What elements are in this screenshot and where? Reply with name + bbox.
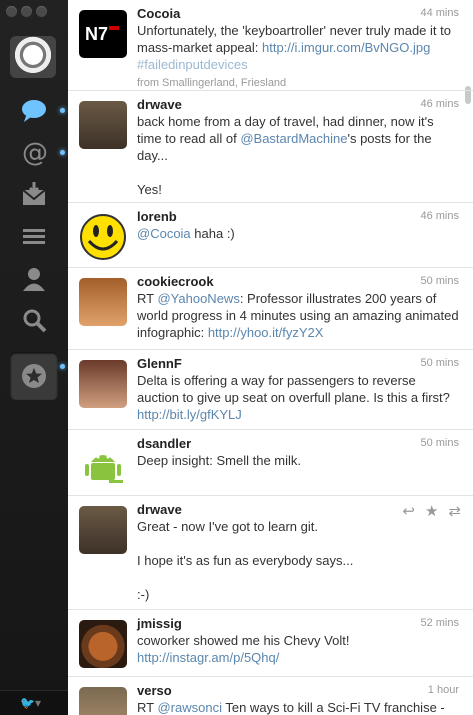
tweet[interactable]: verso 1 hour RT @rawsonci Ten ways to ki… (68, 677, 473, 715)
account-avatar[interactable] (10, 36, 56, 78)
tweet-username[interactable]: drwave (137, 97, 182, 112)
tweet[interactable]: cookiecrook 50 mins RT @YahooNews: Profe… (68, 268, 473, 350)
tweet-username[interactable]: lorenb (137, 209, 177, 224)
tweet-location: from Smallingerland, Friesland (137, 77, 287, 89)
tweet-username[interactable]: cookiecrook (137, 274, 214, 289)
zoom-window-button[interactable] (36, 6, 47, 17)
tweet-username[interactable]: dsandler (137, 436, 191, 451)
tweet-text: RT @rawsonci Ten ways to kill a Sci-Fi T… (137, 700, 445, 715)
tweet-text: @Cocoia haha :) (137, 226, 235, 241)
hashtag[interactable]: #failedinputdevices (137, 56, 461, 73)
tweet[interactable]: drwave 46 mins back home from a day of t… (68, 91, 473, 203)
tweet-link[interactable]: http://yhoo.it/fyzY2X (208, 325, 324, 340)
avatar[interactable] (79, 687, 127, 715)
tweet-time: 50 mins (420, 275, 459, 287)
profile-icon[interactable] (0, 258, 68, 298)
tweet-text: Delta is offering a way for passengers t… (137, 373, 450, 422)
tweet[interactable]: GlennF 50 mins Delta is offering a way f… (68, 350, 473, 430)
window-controls (6, 6, 47, 17)
minimize-window-button[interactable] (21, 6, 32, 17)
tweet-time: 50 mins (420, 357, 459, 369)
avatar[interactable] (79, 620, 127, 668)
search-icon[interactable] (0, 300, 68, 340)
mention-link[interactable]: @Cocoia (137, 226, 191, 241)
tweet-username[interactable]: Cocoia (137, 6, 180, 21)
tweet[interactable]: jmissig 52 mins coworker showed me his C… (68, 610, 473, 677)
tweet-username[interactable]: GlennF (137, 356, 182, 371)
tweet-time: 46 mins (420, 98, 459, 110)
tweet[interactable]: N7 Cocoia 44 mins Unfortunately, the 'ke… (68, 0, 473, 91)
tweet-link[interactable]: http://bit.ly/gfKYLJ (137, 407, 242, 422)
tweet-time: 46 mins (420, 210, 459, 222)
tweet-username[interactable]: jmissig (137, 616, 182, 631)
timeline-icon[interactable] (0, 90, 68, 130)
account-switcher-bar[interactable]: 🐦▾ (0, 690, 68, 715)
messages-icon[interactable] (0, 174, 68, 214)
favorites-icon[interactable] (0, 356, 68, 396)
tweet-link[interactable]: http://instagr.am/p/5Qhq/ (137, 650, 279, 665)
avatar[interactable] (79, 101, 127, 149)
sidebar: @ 🐦▾ (0, 0, 69, 715)
avatar[interactable] (79, 506, 127, 554)
tweet-text: coworker showed me his Chevy Volt! http:… (137, 633, 350, 665)
tweet[interactable]: lorenb 46 mins @Cocoia haha :) (68, 203, 473, 268)
timeline: N7 Cocoia 44 mins Unfortunately, the 'ke… (68, 0, 473, 715)
avatar[interactable] (79, 278, 127, 326)
avatar[interactable]: N7 (79, 10, 127, 58)
tweet-text: Great - now I've got to learn git. I hop… (137, 519, 354, 602)
bird-menu-icon[interactable]: 🐦▾ (20, 696, 41, 710)
tweet-text: RT @YahooNews: Professor illustrates 200… (137, 291, 459, 340)
mention-link[interactable]: @rawsonci (157, 700, 222, 715)
mention-link[interactable]: @YahooNews (157, 291, 239, 306)
tweet[interactable]: dsandler 50 mins Deep insight: Smell the… (68, 430, 473, 496)
tweet-text: back home from a day of travel, had dinn… (137, 114, 434, 197)
tweet-time: 44 mins (420, 7, 459, 19)
tweet-time: 52 mins (420, 617, 459, 629)
tweet-link[interactable]: http://i.imgur.com/BvNGO.jpg (262, 40, 430, 55)
avatar[interactable] (79, 440, 127, 488)
mention-link[interactable]: @BastardMachine (240, 131, 347, 146)
tweet-username[interactable]: drwave (137, 502, 182, 517)
mentions-icon[interactable]: @ (0, 132, 68, 172)
avatar[interactable] (79, 360, 127, 408)
lists-icon[interactable] (0, 216, 68, 256)
tweet-text: Unfortunately, the 'keyboartroller' neve… (137, 22, 461, 92)
tweet-text: Deep insight: Smell the milk. (137, 453, 302, 468)
tweet-time: 1 hour (427, 684, 459, 696)
tweet-time: 50 mins (420, 437, 459, 449)
svg-text:@: @ (22, 138, 48, 166)
close-window-button[interactable] (6, 6, 17, 17)
tweet-username[interactable]: verso (137, 683, 172, 698)
tweet[interactable]: drwave ↩ ★ ⇄ Great - now I've got to lea… (68, 496, 473, 610)
avatar[interactable] (79, 213, 127, 261)
